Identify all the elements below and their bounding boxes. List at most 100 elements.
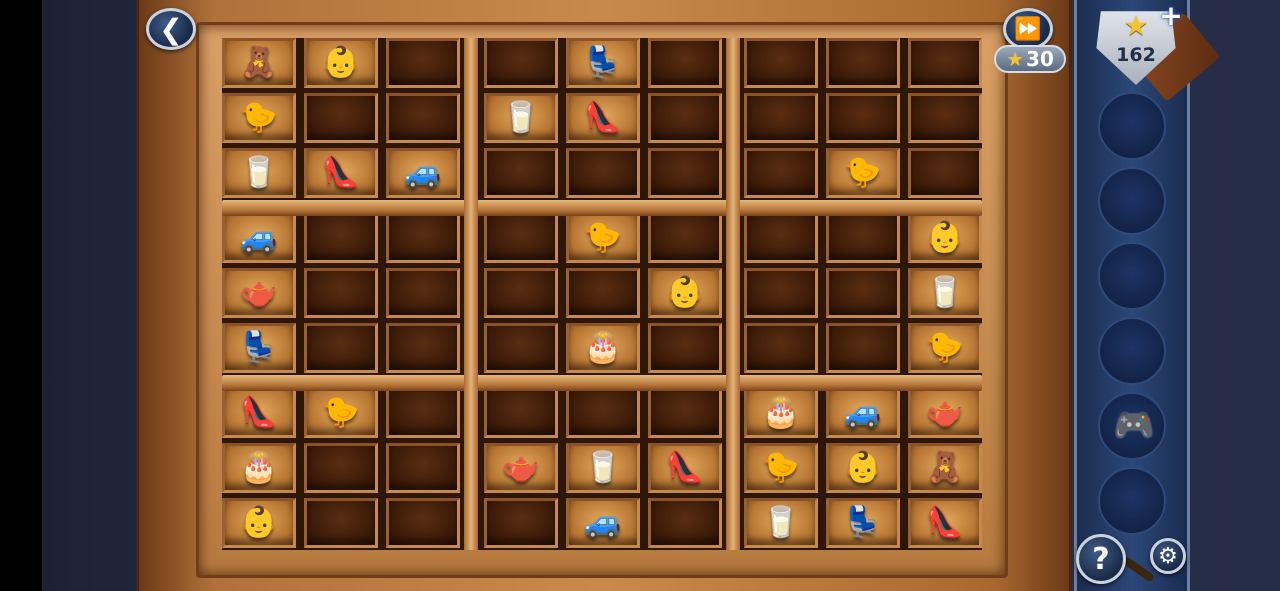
inventory-slot[interactable]: [1098, 467, 1166, 535]
cake-icon[interactable]: 🎂: [222, 443, 296, 493]
back-button[interactable]: ❮: [146, 8, 196, 50]
shelf-cell[interactable]: [386, 38, 460, 88]
high-heel-icon[interactable]: 👠: [304, 148, 378, 198]
shelf-cell[interactable]: [386, 443, 460, 493]
teapot-icon[interactable]: 🫖: [908, 388, 982, 438]
skip-button[interactable]: ⏩: [1003, 8, 1053, 50]
thimble-icon[interactable]: 🥛: [222, 148, 296, 198]
shelf-cell[interactable]: [826, 213, 900, 263]
shelf-cell[interactable]: [648, 148, 722, 198]
teddy-bear-icon[interactable]: 🧸: [908, 443, 982, 493]
shelf-cell[interactable]: [304, 213, 378, 263]
thimble-icon[interactable]: 🥛: [744, 498, 818, 548]
chevron-left-icon: ❮: [159, 12, 183, 46]
shelf-cell[interactable]: [826, 93, 900, 143]
shelf-cell[interactable]: [744, 268, 818, 318]
shelf-cell[interactable]: [908, 148, 982, 198]
canary-icon[interactable]: 🐤: [304, 388, 378, 438]
teapot-icon[interactable]: 🫖: [484, 443, 558, 493]
shelf-cell[interactable]: [908, 93, 982, 143]
shelf-cell[interactable]: [744, 93, 818, 143]
inventory-slot[interactable]: [1098, 242, 1166, 310]
doll-icon[interactable]: 👶: [908, 213, 982, 263]
star-icon: ★: [1006, 47, 1025, 71]
shelf-cell[interactable]: [648, 388, 722, 438]
shelf-cell[interactable]: [386, 93, 460, 143]
shelf-cell[interactable]: [484, 38, 558, 88]
shelf-cell[interactable]: [386, 268, 460, 318]
inventory-slot[interactable]: [1098, 317, 1166, 385]
shelf-cell[interactable]: [484, 213, 558, 263]
high-heel-icon[interactable]: 👠: [648, 443, 722, 493]
shelf-cell[interactable]: [648, 93, 722, 143]
shelf-cell[interactable]: [826, 268, 900, 318]
doll-icon[interactable]: 👶: [648, 268, 722, 318]
shelf-cell[interactable]: [648, 323, 722, 373]
hint-button[interactable]: ?: [1076, 534, 1126, 584]
shelf-cell[interactable]: [826, 38, 900, 88]
inventory-slot[interactable]: [1098, 92, 1166, 160]
canary-icon[interactable]: 🐤: [744, 443, 818, 493]
settings-button[interactable]: ⚙: [1150, 538, 1186, 574]
cake-icon[interactable]: 🎂: [744, 388, 818, 438]
toy-car-icon[interactable]: 🚙: [386, 148, 460, 198]
shelf-cell[interactable]: [908, 38, 982, 88]
shelf-cell[interactable]: [484, 268, 558, 318]
shelf-cell[interactable]: [386, 323, 460, 373]
shelf-grid: 🧸 👶 💺 🐤 🥛 👠 🥛 👠 🚙 🐤 🚙 🐤 👶 🫖 👶 🥛 💺 🎂 🐤 👠 🐤 🎂 🚙 🫖 🎂 🫖 🥛 👠 🐤 👶 🧸 👶 🚙 🥛 💺 👠: [222, 38, 982, 550]
canary-icon[interactable]: 🐤: [566, 213, 640, 263]
thimble-icon[interactable]: 🥛: [566, 443, 640, 493]
shelf-cell[interactable]: [304, 498, 378, 548]
shelf-cell[interactable]: [484, 498, 558, 548]
shelf-cell[interactable]: [744, 148, 818, 198]
shelf-divider: [464, 38, 478, 550]
high-heel-icon[interactable]: 👠: [222, 388, 296, 438]
toy-car-icon[interactable]: 🚙: [566, 498, 640, 548]
shelf-cell[interactable]: [648, 38, 722, 88]
shelf-cell[interactable]: [304, 323, 378, 373]
gear-icon: ⚙: [1158, 543, 1178, 569]
doll-icon[interactable]: 👶: [222, 498, 296, 548]
shelf-cell[interactable]: [304, 268, 378, 318]
teddy-bear-icon[interactable]: 🧸: [222, 38, 296, 88]
shelf-cell[interactable]: [826, 323, 900, 373]
fast-forward-icon: ⏩: [1014, 16, 1042, 42]
toy-car-icon[interactable]: 🚙: [826, 388, 900, 438]
canary-icon[interactable]: 🐤: [222, 93, 296, 143]
shelf-cell[interactable]: [648, 498, 722, 548]
canary-icon[interactable]: 🐤: [908, 323, 982, 373]
canary-icon[interactable]: 🐤: [826, 148, 900, 198]
shelf-cell[interactable]: [304, 93, 378, 143]
shelf-cell[interactable]: [386, 498, 460, 548]
shelf-cell[interactable]: [386, 213, 460, 263]
inventory-slot[interactable]: [1098, 167, 1166, 235]
shelf-cell[interactable]: [566, 268, 640, 318]
shelf-cell[interactable]: [566, 148, 640, 198]
shelf-cell[interactable]: [744, 38, 818, 88]
shelf-cell[interactable]: [386, 388, 460, 438]
armchair-icon[interactable]: 💺: [566, 38, 640, 88]
shelf-cell[interactable]: [744, 213, 818, 263]
shelf-cell[interactable]: [484, 323, 558, 373]
thimble-icon[interactable]: 🥛: [908, 268, 982, 318]
thimble-icon[interactable]: 🥛: [484, 93, 558, 143]
shelf-cell[interactable]: [484, 148, 558, 198]
gamepad-icon[interactable]: 🎮: [1108, 406, 1160, 444]
toy-car-icon[interactable]: 🚙: [222, 213, 296, 263]
teapot-icon[interactable]: 🫖: [222, 268, 296, 318]
high-heel-icon[interactable]: 👠: [566, 93, 640, 143]
doll-icon[interactable]: 👶: [826, 443, 900, 493]
high-heel-icon[interactable]: 👠: [908, 498, 982, 548]
cake-icon[interactable]: 🎂: [566, 323, 640, 373]
plus-icon[interactable]: +: [1158, 2, 1184, 30]
shelf-cell[interactable]: [744, 323, 818, 373]
armchair-icon[interactable]: 💺: [826, 498, 900, 548]
star-icon: ★: [1123, 9, 1149, 42]
shelf-cell[interactable]: [304, 443, 378, 493]
question-mark-icon: ?: [1092, 541, 1110, 577]
armchair-icon[interactable]: 💺: [222, 323, 296, 373]
shelf-cell[interactable]: [484, 388, 558, 438]
doll-icon[interactable]: 👶: [304, 38, 378, 88]
shelf-cell[interactable]: [566, 388, 640, 438]
shelf-cell[interactable]: [648, 213, 722, 263]
